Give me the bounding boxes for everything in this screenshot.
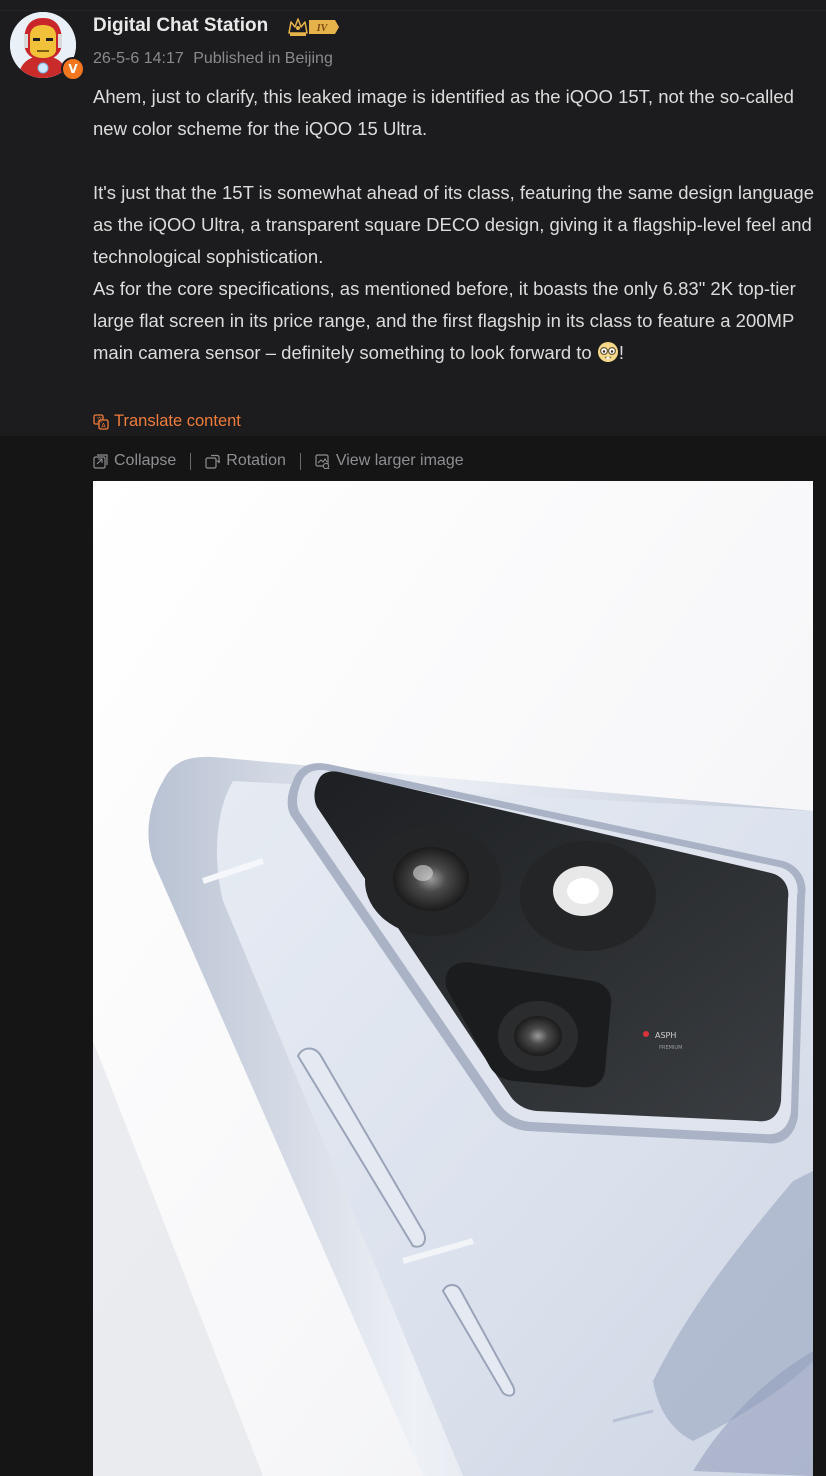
divider <box>0 10 826 11</box>
svg-text:A: A <box>101 421 106 429</box>
post-card: V Digital Chat Station IV 26-5-6 14:17 P… <box>0 0 826 436</box>
verified-badge: V <box>61 57 85 81</box>
rotate-icon <box>205 454 221 469</box>
view-larger-icon <box>315 453 330 469</box>
post-paragraph-3-end: ! <box>618 342 624 363</box>
level-text: IV <box>316 23 329 34</box>
view-larger-label: View larger image <box>335 452 464 469</box>
toolbar-divider <box>190 452 192 470</box>
translate-label: Translate content <box>114 412 241 430</box>
post-date[interactable]: 26-5-6 14:17 <box>93 50 184 67</box>
username[interactable]: Digital Chat Station <box>93 15 268 37</box>
translate-icon: 文 A <box>93 413 109 430</box>
phone-photo: ASPH PREMIUM <box>93 481 813 1476</box>
post-body: Ahem, just to clarify, this leaked image… <box>93 81 821 369</box>
camera-label: ASPH <box>655 1031 676 1040</box>
crown-level-badge-icon: IV <box>288 18 339 36</box>
weibo-post-page: V Digital Chat Station IV 26-5-6 14:17 P… <box>0 0 826 1476</box>
post-location: Published in Beijing <box>193 50 333 67</box>
post-paragraph-3: As for the core specifications, as menti… <box>93 273 821 369</box>
post-image[interactable]: ASPH PREMIUM <box>93 481 813 1476</box>
camera-sublabel: PREMIUM <box>659 1045 682 1051</box>
post-paragraph-1: Ahem, just to clarify, this leaked image… <box>93 86 794 139</box>
collapse-label: Collapse <box>114 452 177 469</box>
toolbar-divider <box>299 452 301 470</box>
post-meta: 26-5-6 14:17 Published in Beijing <box>93 50 338 68</box>
translate-content-link[interactable]: 文 A Translate content <box>93 412 241 431</box>
nerd-face-emoji-icon <box>597 342 618 362</box>
rotation-button[interactable]: Rotation <box>205 452 286 470</box>
post-paragraph-3-text: As for the core specifications, as menti… <box>93 278 796 363</box>
rotation-label: Rotation <box>226 452 286 469</box>
view-larger-button[interactable]: View larger image <box>315 452 464 470</box>
collapse-icon <box>93 453 108 469</box>
collapse-button[interactable]: Collapse <box>93 452 176 470</box>
post-paragraph-2: It's just that the 15T is somewhat ahead… <box>93 182 815 267</box>
image-toolbar: Collapse Rotation View larger image <box>93 449 464 473</box>
